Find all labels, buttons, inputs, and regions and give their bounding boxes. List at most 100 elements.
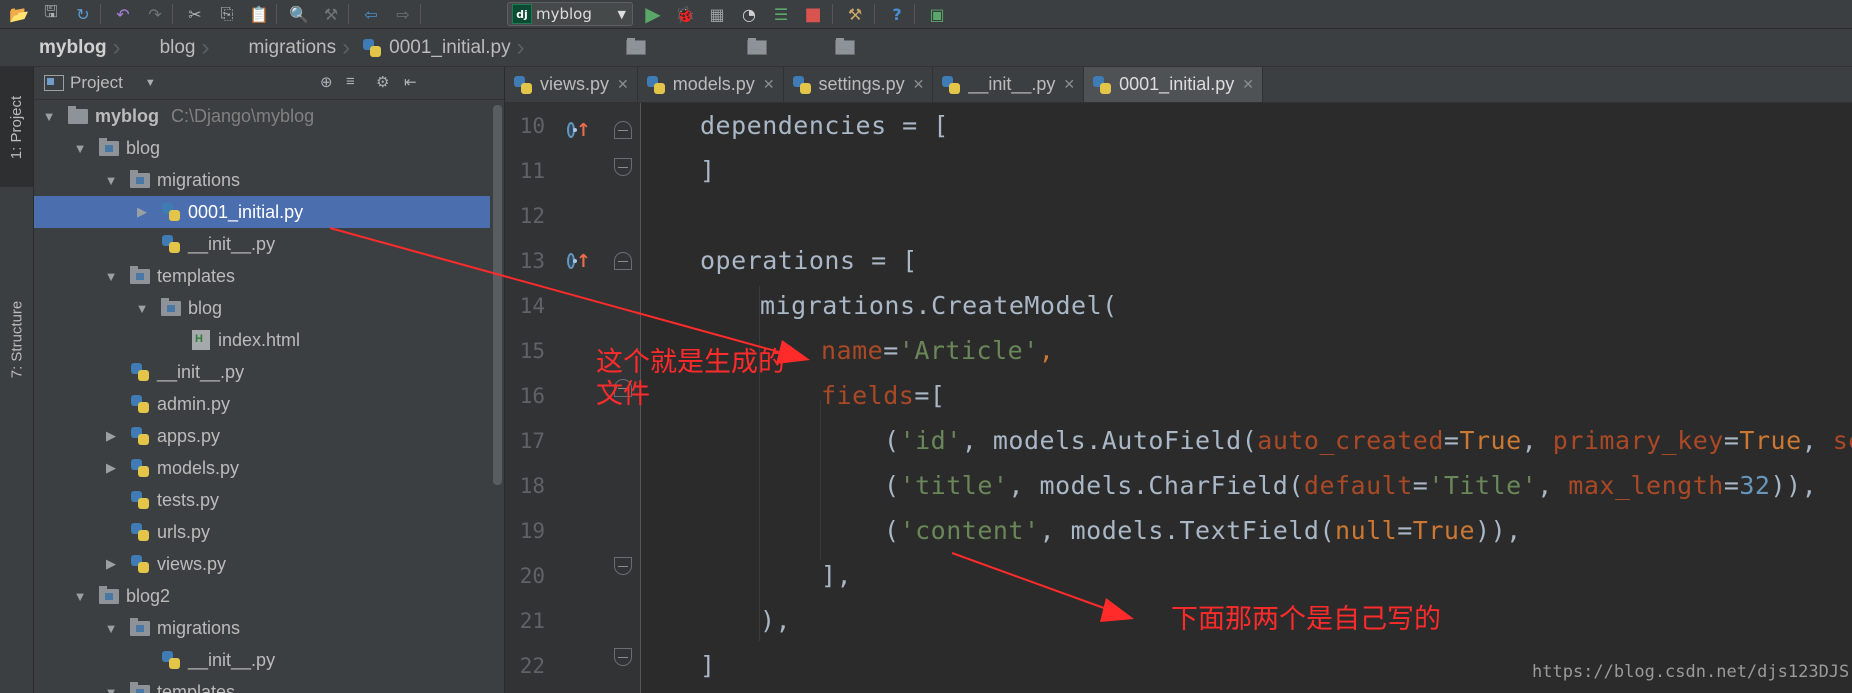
replace-icon[interactable]: ⚒ xyxy=(320,3,342,25)
python-file-icon xyxy=(941,75,961,95)
breadcrumb-item-myblog[interactable]: myblog xyxy=(0,29,646,66)
fold-end-icon[interactable] xyxy=(614,648,632,666)
fold-start-icon[interactable] xyxy=(614,121,632,139)
editor-tab-label: __init__.py xyxy=(968,74,1056,94)
editor-tab[interactable]: views.py ✕ xyxy=(505,67,638,102)
close-icon[interactable]: ✕ xyxy=(763,76,775,93)
breadcrumb-item-file[interactable]: 0001_initial.py xyxy=(350,29,516,66)
expand-right-icon[interactable]: ▶ xyxy=(135,204,149,220)
expand-down-icon[interactable]: ▼ xyxy=(104,685,118,693)
tree-item[interactable]: ▼ migrations xyxy=(34,164,490,196)
editor-tabs: views.py ✕ models.py ✕ settings.py ✕ __init__.… xyxy=(505,67,1852,103)
stop-icon[interactable]: ■ xyxy=(802,3,824,25)
sdk-manager-icon[interactable]: ▣ xyxy=(926,3,948,25)
expand-down-icon[interactable]: ▼ xyxy=(104,173,118,188)
fold-end-icon[interactable] xyxy=(614,158,632,176)
debug-icon[interactable]: 🐞 xyxy=(674,3,696,25)
tree-item[interactable]: admin.py xyxy=(34,388,490,420)
tree-item[interactable]: index.html xyxy=(34,324,490,356)
python-file-icon xyxy=(130,490,150,510)
folder-icon xyxy=(99,137,119,156)
coverage-icon[interactable]: ▦ xyxy=(706,3,728,25)
expand-right-icon[interactable]: ▶ xyxy=(104,556,118,572)
close-icon[interactable]: ✕ xyxy=(1063,76,1075,93)
override-marker-icon[interactable]: ↑ xyxy=(567,249,591,273)
scroll-from-source-icon[interactable]: ⊕ xyxy=(320,73,333,91)
folder-icon xyxy=(746,38,767,55)
forward-icon[interactable]: ⇨ xyxy=(392,3,414,25)
find-icon[interactable]: 🔍 xyxy=(288,3,310,25)
breadcrumb-item-blog[interactable]: blog xyxy=(121,29,767,66)
expand-down-icon[interactable]: ▼ xyxy=(104,269,118,284)
expand-right-icon[interactable]: ▶ xyxy=(104,428,118,444)
expand-down-icon[interactable]: ▼ xyxy=(104,621,118,636)
tree-item[interactable]: ▶ views.py xyxy=(34,548,490,580)
tree-item[interactable]: urls.py xyxy=(34,516,490,548)
scrollbar-thumb[interactable] xyxy=(493,105,502,485)
python-file-icon xyxy=(161,234,181,254)
tool-tab-project-label: 1: Project xyxy=(8,95,25,159)
annotation-note-handwritten: 下面那两个是自己写的 xyxy=(1171,604,1441,635)
undo-icon[interactable]: ↶ xyxy=(112,3,134,25)
tree-item-label: __init__.py xyxy=(188,649,276,670)
tree-item[interactable]: ▼ templates xyxy=(34,676,490,693)
tree-item-label: migrations xyxy=(157,617,241,638)
gear-icon[interactable]: ⚙ xyxy=(376,73,389,91)
chevron-down-icon[interactable]: ▼ xyxy=(145,77,156,89)
close-icon[interactable]: ✕ xyxy=(1242,76,1254,93)
expand-down-icon[interactable]: ▼ xyxy=(73,589,87,604)
hide-panel-icon[interactable]: ⇤ xyxy=(404,73,417,91)
tool-tab-structure[interactable]: 7: Structure xyxy=(0,272,33,407)
expand-down-icon[interactable]: ▼ xyxy=(73,141,87,156)
chevron-down-icon: ▼ xyxy=(617,7,626,21)
tool-tab-structure-label: 7: Structure xyxy=(8,300,26,379)
run-configuration-select[interactable]: dj myblog ▼ xyxy=(507,2,633,26)
folder-icon xyxy=(130,681,150,693)
tool-tab-project[interactable]: 1: Project xyxy=(0,67,33,187)
collapse-all-icon[interactable]: ≡ xyxy=(346,73,355,90)
synchronize-icon[interactable]: ↻ xyxy=(72,3,94,25)
tree-item[interactable]: ▼ blog xyxy=(34,292,490,324)
tree-item[interactable]: ▶ 0001_initial.py xyxy=(34,196,490,228)
expand-right-icon[interactable]: ▶ xyxy=(104,460,118,476)
help-icon[interactable]: ? xyxy=(886,3,908,25)
tree-item[interactable]: ▼ blog xyxy=(34,132,490,164)
fold-end-icon[interactable] xyxy=(614,557,632,575)
cut-icon[interactable]: ✂ xyxy=(184,3,206,25)
line-number: 10 xyxy=(519,114,545,138)
editor-tab[interactable]: models.py ✕ xyxy=(638,67,784,102)
copy-icon[interactable]: ⎘ xyxy=(216,3,238,25)
tree-item[interactable]: __init__.py xyxy=(34,644,490,676)
back-icon[interactable]: ⇦ xyxy=(360,3,382,25)
expand-down-icon[interactable]: ▼ xyxy=(42,109,56,124)
profile-icon[interactable]: ◔ xyxy=(738,3,760,25)
concurrency-icon[interactable]: ☰ xyxy=(770,3,792,25)
editor-tab[interactable]: 0001_initial.py ✕ xyxy=(1084,67,1263,102)
close-icon[interactable]: ✕ xyxy=(617,76,629,93)
tree-item[interactable]: ▶ models.py xyxy=(34,452,490,484)
tree-item[interactable]: ▶ apps.py xyxy=(34,420,490,452)
fold-start-icon[interactable] xyxy=(614,252,632,270)
tree-item[interactable]: tests.py xyxy=(34,484,490,516)
tree-item[interactable]: __init__.py xyxy=(34,228,490,260)
tree-item[interactable]: ▼ blog2 xyxy=(34,580,490,612)
run-icon[interactable]: ▶ xyxy=(642,2,664,26)
python-file-icon xyxy=(130,362,150,382)
redo-icon[interactable]: ↷ xyxy=(144,3,166,25)
tree-item[interactable]: ▼ templates xyxy=(34,260,490,292)
paste-icon[interactable]: 📋 xyxy=(248,3,270,25)
tree-item[interactable]: __init__.py xyxy=(34,356,490,388)
project-view-select[interactable]: Project xyxy=(70,73,123,93)
editor-tab[interactable]: __init__.py ✕ xyxy=(933,67,1085,102)
breadcrumb-item-migrations[interactable]: migrations xyxy=(209,29,856,66)
editor-tab[interactable]: settings.py ✕ xyxy=(784,67,934,102)
settings-wrench-icon[interactable]: ⚒ xyxy=(844,3,866,25)
tree-item-path-hint: C:\Django\myblog xyxy=(171,105,315,126)
tree-item[interactable]: ▼ migrations xyxy=(34,612,490,644)
close-icon[interactable]: ✕ xyxy=(913,76,925,93)
override-marker-icon[interactable]: ↑ xyxy=(567,118,591,142)
open-folder-icon[interactable]: 📂 xyxy=(8,3,30,25)
save-all-icon[interactable]: 🖫 xyxy=(40,2,62,25)
tree-item[interactable]: ▼ myblog C:\Django\myblog xyxy=(34,100,490,132)
expand-down-icon[interactable]: ▼ xyxy=(135,301,149,316)
